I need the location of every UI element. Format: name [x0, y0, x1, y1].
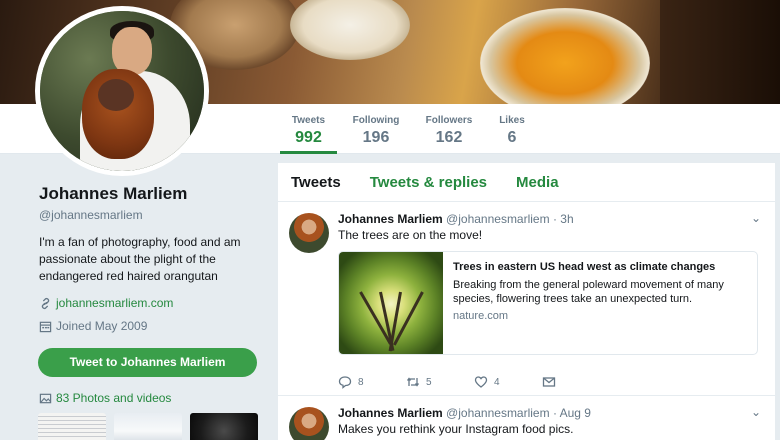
- stat-following[interactable]: Following 196: [346, 104, 406, 154]
- tweet-item[interactable]: Johannes Marliem @johannesmarliem · 3h ⌄…: [278, 203, 775, 396]
- tweet-text: Makes you rethink your Instagram food pi…: [338, 422, 574, 436]
- tweet-author-name[interactable]: Johannes Marliem: [338, 212, 443, 226]
- photo-thumbnails: [38, 413, 258, 440]
- calendar-icon: [39, 321, 52, 332]
- chevron-down-icon[interactable]: ⌄: [751, 405, 761, 419]
- profile-joined: Joined May 2009: [39, 319, 147, 333]
- joined-label: Joined May 2009: [56, 319, 148, 333]
- avatar[interactable]: [289, 213, 329, 253]
- reply-count: 8: [358, 376, 364, 388]
- profile-avatar[interactable]: [35, 6, 209, 176]
- stat-followers[interactable]: Followers 162: [420, 104, 478, 154]
- card-image: [339, 252, 443, 354]
- reply-action[interactable]: 8: [338, 375, 406, 389]
- like-count: 4: [494, 376, 500, 388]
- stat-value: 196: [362, 129, 390, 146]
- profile-handle[interactable]: @johannesmarliem: [39, 208, 143, 222]
- stat-value: 162: [435, 129, 463, 146]
- retweet-action[interactable]: 5: [406, 375, 474, 389]
- photos-label[interactable]: 83 Photos and videos: [56, 391, 171, 405]
- photo-thumbnail[interactable]: [114, 413, 182, 440]
- tweet-to-button[interactable]: Tweet to Johannes Marliem: [38, 348, 257, 377]
- link-card[interactable]: Trees in eastern US head west as climate…: [338, 251, 758, 355]
- image-icon: [39, 393, 52, 403]
- reply-icon: [338, 376, 352, 389]
- stat-value: 992: [295, 129, 322, 146]
- tweet-handle-time[interactable]: @johannesmarliem · 3h: [446, 212, 574, 226]
- link-icon: [41, 297, 50, 309]
- avatar[interactable]: [289, 407, 329, 440]
- photo-thumbnail[interactable]: [190, 413, 258, 440]
- stat-label: Followers: [425, 115, 473, 126]
- profile-bio: I'm a fan of photography, food and am pa…: [39, 235, 241, 283]
- tweet-item[interactable]: Johannes Marliem @johannesmarliem · Aug …: [278, 397, 775, 440]
- heart-icon: [474, 376, 488, 388]
- stat-tweets[interactable]: Tweets 992: [280, 104, 337, 154]
- profile-name[interactable]: Johannes Marliem: [39, 184, 187, 204]
- card-title: Trees in eastern US head west as climate…: [453, 261, 716, 273]
- card-description: Breaking from the general poleward movem…: [453, 279, 724, 305]
- stat-label: Following: [352, 115, 400, 126]
- chevron-down-icon[interactable]: ⌄: [751, 211, 761, 225]
- retweet-icon: [406, 377, 420, 387]
- envelope-icon: [542, 377, 556, 387]
- tweet-header: Johannes Marliem @johannesmarliem · Aug …: [338, 406, 591, 420]
- timeline-tabs: Tweets Tweets & replies Media: [278, 163, 775, 202]
- timeline: Tweets Tweets & replies Media Johannes M…: [278, 163, 775, 440]
- website-label[interactable]: johannesmarliem.com: [56, 296, 173, 310]
- like-action[interactable]: 4: [474, 375, 542, 389]
- stat-label: Likes: [499, 115, 525, 126]
- tab-media[interactable]: Media: [516, 174, 559, 191]
- tab-tweets-replies[interactable]: Tweets & replies: [370, 174, 487, 191]
- tweet-header: Johannes Marliem @johannesmarliem · 3h: [338, 212, 574, 226]
- photos-videos-link[interactable]: 83 Photos and videos: [39, 391, 171, 405]
- stat-label: Tweets: [291, 115, 326, 126]
- stat-likes[interactable]: Likes 6: [492, 104, 532, 154]
- tweet-author-name[interactable]: Johannes Marliem: [338, 406, 443, 420]
- photo-thumbnail[interactable]: [38, 413, 106, 440]
- tweet-actions: 8 5 4: [338, 375, 610, 389]
- tab-tweets[interactable]: Tweets: [291, 174, 341, 191]
- retweet-count: 5: [426, 376, 432, 388]
- card-domain: nature.com: [453, 310, 509, 322]
- message-action[interactable]: [542, 375, 610, 389]
- tweet-handle-time[interactable]: @johannesmarliem · Aug 9: [446, 406, 591, 420]
- tweet-text: The trees are on the move!: [338, 228, 483, 242]
- stat-value: 6: [507, 129, 517, 146]
- profile-website[interactable]: johannesmarliem.com: [39, 296, 173, 310]
